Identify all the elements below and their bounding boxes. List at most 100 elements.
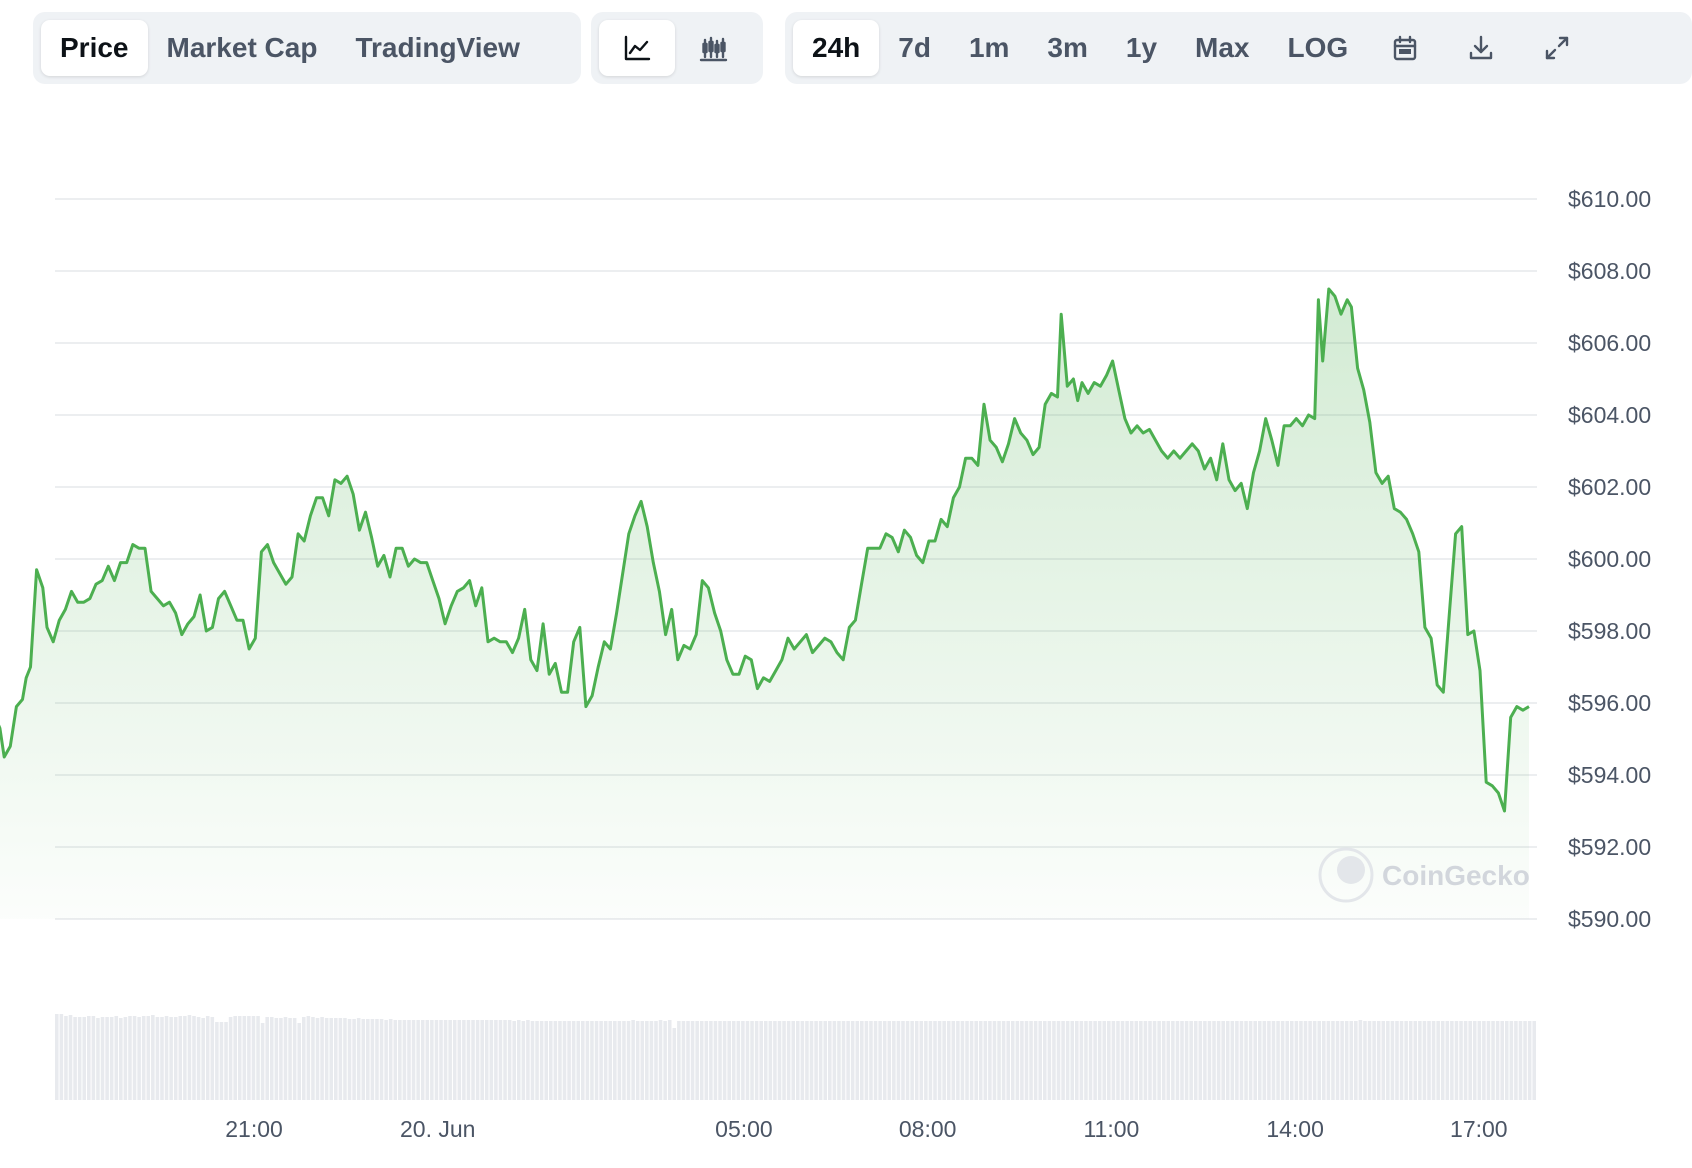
price-chart[interactable]: $590.00 $592.00 $594.00 $596.00 $598.00 $600.…	[0, 0, 1692, 1168]
volume-bar	[1070, 1021, 1075, 1100]
volume-bar	[471, 1020, 475, 1100]
volume-bar	[978, 1021, 983, 1100]
volume-bar	[288, 1018, 292, 1100]
volume-bar	[521, 1021, 526, 1100]
volume-bar	[969, 1021, 974, 1100]
volume-bar	[132, 1016, 137, 1100]
volume-bar	[960, 1021, 965, 1100]
volume-bar	[155, 1017, 160, 1100]
volume-bar	[585, 1021, 590, 1100]
volume-bar	[146, 1016, 151, 1100]
volume-bar	[759, 1021, 763, 1100]
volume-bar	[1495, 1021, 1500, 1100]
volume-bar	[297, 1023, 301, 1100]
volume-bar	[1024, 1021, 1029, 1100]
volume-bar	[361, 1019, 366, 1100]
volume-bar	[631, 1020, 635, 1100]
volume-bar	[1093, 1021, 1097, 1100]
volume-bar	[1340, 1021, 1344, 1100]
volume-bar	[1203, 1021, 1207, 1100]
volume-bar	[768, 1021, 773, 1100]
volume-bar	[370, 1019, 375, 1100]
volume-bar	[329, 1018, 334, 1100]
volume-bar	[82, 1017, 87, 1100]
volume-bar	[1349, 1021, 1354, 1100]
volume-bar	[489, 1020, 494, 1100]
volume-bar	[599, 1021, 603, 1100]
volume-bar	[736, 1021, 741, 1100]
volume-bar	[718, 1021, 722, 1100]
volume-bar	[1084, 1021, 1088, 1100]
volume-bar	[1472, 1021, 1477, 1100]
volume-bar	[160, 1017, 164, 1100]
volume-bar	[640, 1021, 645, 1100]
volume-bar	[713, 1021, 718, 1100]
volume-bar	[997, 1021, 1001, 1100]
volume-bar	[1335, 1021, 1340, 1100]
x-tick-label: 08:00	[899, 1116, 957, 1142]
volume-bar	[832, 1021, 837, 1100]
volume-bar	[782, 1021, 786, 1100]
volume-bar	[516, 1020, 521, 1100]
volume-bar	[1257, 1021, 1262, 1100]
volume-bar	[1221, 1021, 1225, 1100]
volume-bar	[1225, 1021, 1230, 1100]
volume-bar	[983, 1021, 988, 1100]
volume-bar	[430, 1020, 434, 1100]
volume-bar	[1033, 1021, 1038, 1100]
volume-bar	[1445, 1021, 1450, 1100]
x-tick-label: 11:00	[1083, 1116, 1139, 1142]
volume-bar	[128, 1016, 132, 1100]
volume-bar	[896, 1021, 901, 1100]
volume-bar	[1276, 1021, 1280, 1100]
volume-bar	[484, 1020, 489, 1100]
volume-bar	[1102, 1021, 1107, 1100]
volume-bar	[823, 1021, 828, 1100]
volume-bar	[558, 1021, 562, 1100]
volume-bar	[462, 1020, 466, 1100]
volume-bar	[530, 1021, 535, 1100]
x-tick-label: 05:00	[715, 1116, 773, 1142]
volume-bar	[745, 1021, 750, 1100]
volume-bar	[914, 1021, 919, 1100]
volume-bar	[1312, 1021, 1317, 1100]
volume-bar	[603, 1021, 608, 1100]
volume-bar	[667, 1020, 672, 1100]
volume-bar	[123, 1017, 128, 1100]
volume-bar	[1189, 1021, 1193, 1100]
volume-bar	[1514, 1021, 1518, 1100]
volume-bar	[581, 1021, 585, 1100]
volume-bar	[196, 1017, 201, 1100]
volume-bar	[1344, 1021, 1349, 1100]
volume-bar	[68, 1015, 73, 1100]
volume-bar	[686, 1021, 690, 1100]
volume-bar	[375, 1019, 379, 1100]
volume-bar	[1148, 1021, 1152, 1100]
volume-bar	[1171, 1021, 1175, 1100]
volume-bar	[141, 1016, 146, 1100]
y-tick-label: $606.00	[1568, 330, 1651, 356]
volume-bar	[183, 1016, 187, 1100]
volume-bar	[846, 1021, 850, 1100]
volume-bar	[1413, 1021, 1418, 1100]
volume-bar	[1001, 1021, 1006, 1100]
volume-bar	[663, 1021, 667, 1100]
volume-bar	[1212, 1021, 1216, 1100]
volume-bar	[1500, 1021, 1504, 1100]
volume-bar	[1198, 1021, 1203, 1100]
volume-bar	[818, 1021, 823, 1100]
volume-bar	[1097, 1021, 1102, 1100]
volume-bar	[292, 1018, 297, 1100]
volume-bar	[1271, 1021, 1276, 1100]
volume-bar	[256, 1016, 260, 1100]
volume-bar	[635, 1021, 640, 1100]
volume-bar	[1134, 1021, 1139, 1100]
volume-bar	[1450, 1021, 1454, 1100]
volume-bar	[937, 1021, 942, 1100]
volume-bar	[420, 1020, 425, 1100]
volume-bar	[626, 1021, 631, 1100]
volume-bar	[119, 1018, 123, 1100]
volume-bar	[850, 1021, 855, 1100]
volume-bar	[91, 1016, 96, 1100]
volume-bar	[1468, 1021, 1472, 1100]
